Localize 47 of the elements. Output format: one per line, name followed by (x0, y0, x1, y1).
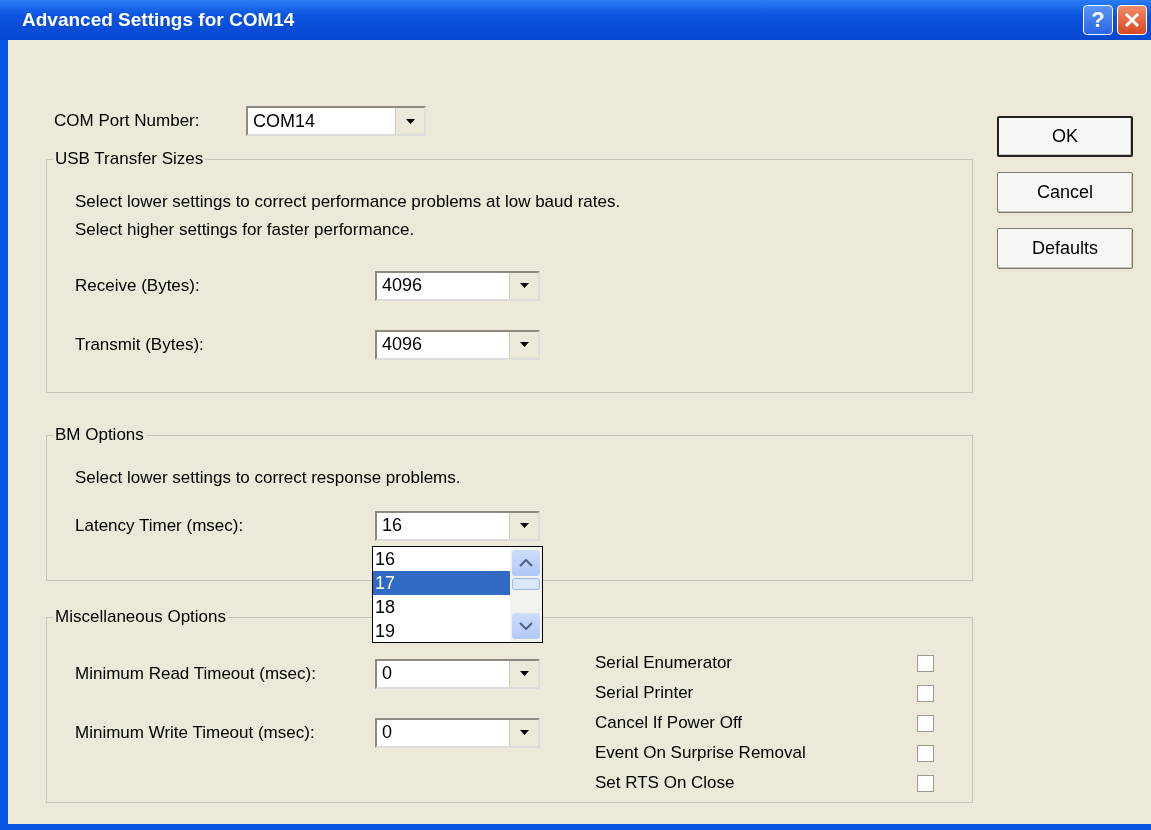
list-option[interactable]: 17 (373, 570, 510, 595)
group-title: Miscellaneous Options (53, 607, 229, 627)
dropdown-field[interactable]: 4096 (375, 270, 540, 301)
dropdown-arrow-icon (405, 118, 415, 124)
dropdown-arrow-icon (519, 283, 529, 288)
dropdown-field[interactable]: 0 (375, 717, 540, 748)
close-icon (1124, 12, 1140, 28)
field-label: Minimum Write Timeout (msec): (75, 722, 316, 743)
description-text: Select lower settings to correct performance problems at low baud rates. (75, 191, 622, 213)
scrollbar[interactable] (510, 546, 542, 642)
checkbox[interactable] (917, 684, 934, 702)
description-text: Select lower settings to correct response problems. (75, 467, 462, 489)
dropdown-field[interactable]: 4096 (375, 329, 540, 360)
list-option[interactable]: 18 (373, 594, 510, 619)
dialog-button[interactable]: Defaults (997, 228, 1133, 269)
dropdown-arrow-icon (519, 671, 529, 676)
dropdown-arrow-icon (519, 523, 529, 528)
window-title: Advanced Settings for COM14 (22, 9, 296, 31)
field-label: Transmit (Bytes): (75, 334, 205, 355)
checkbox-label: Event On Surprise Removal (595, 743, 807, 763)
group-title: BM Options (53, 425, 146, 445)
scroll-down-icon (519, 621, 533, 630)
dropdown-field[interactable]: COM14 (246, 106, 426, 136)
dropdown-arrow-icon (519, 730, 529, 735)
list-option[interactable]: 19 (373, 618, 510, 643)
field-label: Latency Timer (msec): (75, 515, 245, 536)
checkbox-label: Serial Enumerator (595, 653, 733, 673)
scrollbar-thumb[interactable] (512, 577, 540, 590)
close-button[interactable] (1117, 5, 1147, 35)
dropdown-arrow-icon (519, 342, 529, 347)
field-label: Minimum Read Timeout (msec): (75, 663, 317, 684)
field-label: Receive (Bytes): (75, 275, 201, 296)
field-label: COM Port Number: (54, 111, 201, 131)
scroll-up-icon (519, 558, 533, 567)
checkbox-label: Set RTS On Close (595, 773, 736, 793)
checkbox[interactable] (917, 654, 934, 672)
dialog-button[interactable]: OK (997, 116, 1133, 157)
checkbox-label: Cancel If Power Off (595, 713, 744, 733)
list-option[interactable]: 16 (373, 546, 510, 571)
checkbox[interactable] (917, 744, 934, 762)
help-button[interactable]: ? (1083, 5, 1113, 35)
checkbox[interactable] (917, 774, 934, 792)
checkbox-label: Serial Printer (595, 683, 695, 703)
dropdown-field[interactable]: 0 (375, 658, 540, 689)
description-text: Select higher settings for faster performance. (75, 219, 416, 241)
dialog-button[interactable]: Cancel (997, 172, 1133, 213)
checkbox[interactable] (917, 714, 934, 732)
